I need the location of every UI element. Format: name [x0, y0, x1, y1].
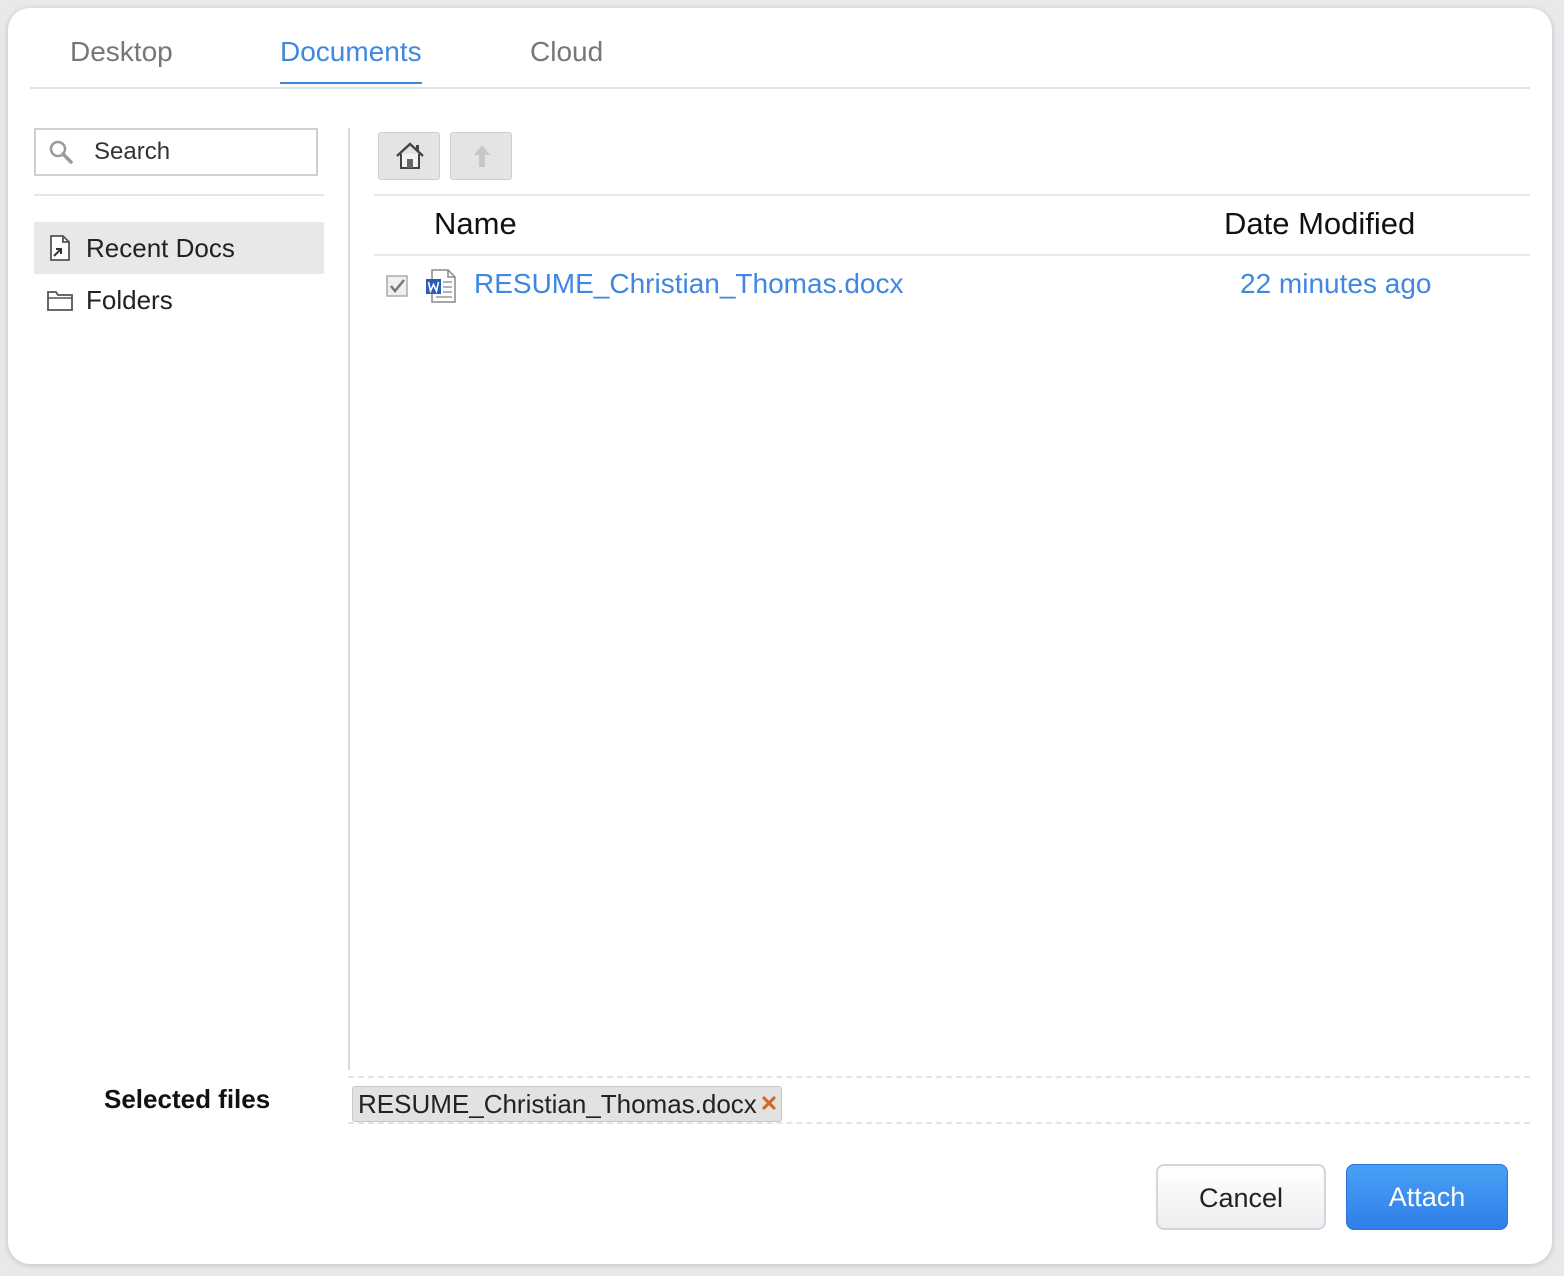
selected-bottom-divider	[348, 1122, 1530, 1124]
attach-files-dialog: Desktop Documents Cloud Recent Docs Fold…	[8, 8, 1552, 1264]
file-name-link[interactable]: RESUME_Christian_Thomas.docx	[474, 268, 904, 300]
toolbar-divider	[374, 194, 1530, 196]
attach-button[interactable]: Attach	[1346, 1164, 1508, 1230]
sidebar-item-folders[interactable]: Folders	[34, 274, 324, 326]
up-arrow-icon	[474, 145, 490, 167]
header-divider	[374, 254, 1530, 256]
source-tabs: Desktop Documents Cloud	[30, 8, 1530, 89]
selected-top-divider	[348, 1076, 1530, 1078]
selected-file-chip: RESUME_Christian_Thomas.docx	[352, 1086, 782, 1122]
search-icon	[49, 140, 73, 164]
remove-file-icon[interactable]	[761, 1095, 777, 1111]
word-document-icon	[426, 269, 456, 303]
home-icon	[396, 142, 424, 169]
sidebar-item-label: Folders	[86, 285, 173, 315]
selected-files-label: Selected files	[104, 1084, 271, 1114]
table-row[interactable]: RESUME_Christian_Thomas.docx 22 minutes …	[374, 258, 1530, 314]
column-header-date-modified[interactable]: Date Modified	[1224, 206, 1415, 242]
pane-divider	[348, 128, 350, 1070]
folder-icon	[47, 291, 73, 311]
file-checkbox[interactable]	[386, 275, 408, 297]
home-button[interactable]	[378, 132, 440, 180]
selected-file-name: RESUME_Christian_Thomas.docx	[358, 1089, 757, 1119]
column-header-name[interactable]: Name	[434, 206, 517, 242]
tab-documents[interactable]: Documents	[280, 36, 422, 84]
sidebar-item-label: Recent Docs	[86, 233, 235, 263]
cancel-button[interactable]: Cancel	[1156, 1164, 1326, 1230]
search-box	[34, 128, 318, 176]
sidebar-divider	[34, 194, 324, 196]
search-input[interactable]	[94, 136, 304, 168]
tab-cloud[interactable]: Cloud	[530, 36, 603, 82]
file-date-modified: 22 minutes ago	[1240, 268, 1432, 299]
tab-desktop[interactable]: Desktop	[70, 36, 173, 82]
recent-docs-icon	[50, 235, 70, 261]
up-folder-button[interactable]	[450, 132, 512, 180]
sidebar-item-recent-docs[interactable]: Recent Docs	[34, 222, 324, 274]
